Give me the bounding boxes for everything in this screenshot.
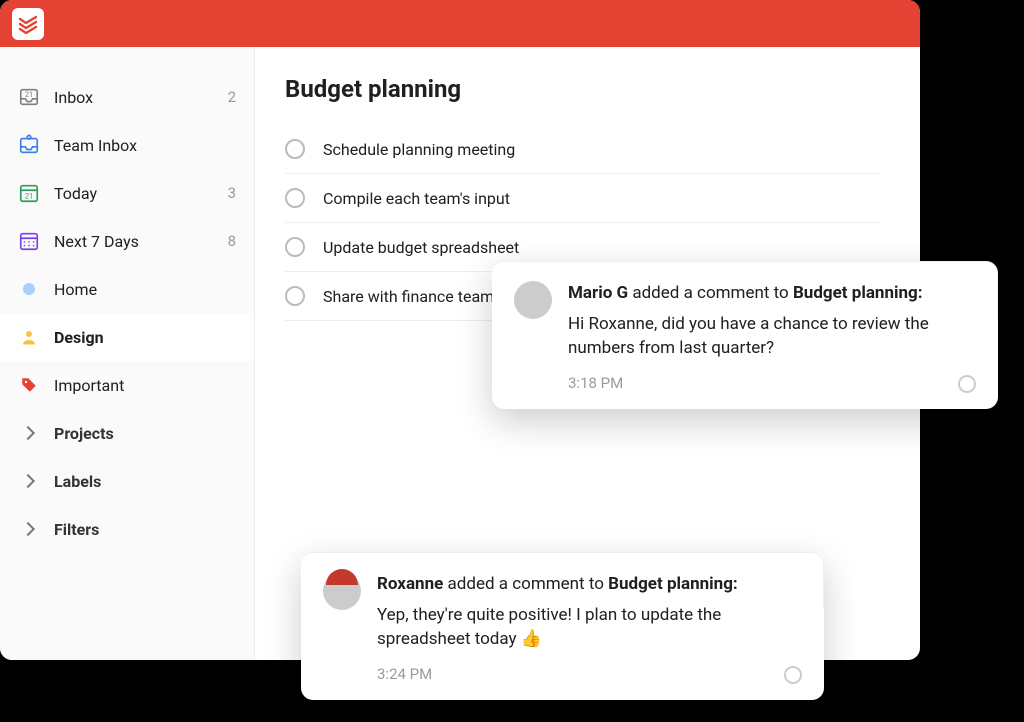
notification-card[interactable]: Roxanne added a comment to Budget planni… — [301, 552, 824, 700]
page-title: Budget planning — [285, 75, 880, 103]
notification-meta: 3:18 PM — [568, 373, 976, 395]
sidebar-item-label: Inbox — [54, 88, 214, 107]
sidebar-section-label: Projects — [54, 424, 236, 443]
sidebar-item-label: Important — [54, 376, 236, 395]
sidebar-section-label: Labels — [54, 472, 236, 491]
today-icon: 21 — [18, 182, 40, 204]
inbox-icon: 21 — [18, 86, 40, 108]
notification-author: Roxanne — [377, 574, 443, 594]
checkbox-icon[interactable] — [285, 286, 305, 306]
sidebar-section-projects[interactable]: Projects — [0, 409, 254, 457]
app-logo-icon — [12, 8, 44, 40]
unread-indicator-icon[interactable] — [784, 666, 802, 684]
sidebar: 21 Inbox 2 Team Inbox — [0, 47, 255, 660]
checkbox-icon[interactable] — [285, 188, 305, 208]
sidebar-item-label: Today — [54, 184, 214, 203]
checkbox-icon[interactable] — [285, 139, 305, 159]
notification-time: 3:18 PM — [568, 373, 623, 395]
notification-body: Yep, they're quite positive! I plan to u… — [377, 603, 802, 652]
sidebar-item-design[interactable]: Design — [0, 313, 254, 361]
calendar-icon — [18, 230, 40, 252]
sidebar-item-team-inbox[interactable]: Team Inbox — [0, 121, 254, 169]
chevron-right-icon — [18, 422, 40, 444]
unread-indicator-icon[interactable] — [958, 375, 976, 393]
svg-text:21: 21 — [25, 90, 33, 99]
sidebar-item-label: Design — [54, 328, 236, 347]
avatar — [323, 572, 361, 610]
sidebar-item-today[interactable]: 21 Today 3 — [0, 169, 254, 217]
sidebar-item-label: Next 7 Days — [54, 232, 214, 251]
person-icon — [18, 326, 40, 348]
sidebar-item-label: Team Inbox — [54, 136, 236, 155]
avatar — [514, 281, 552, 319]
svg-text:21: 21 — [25, 192, 33, 201]
sidebar-item-home[interactable]: Home — [0, 265, 254, 313]
team-inbox-icon — [18, 134, 40, 156]
titlebar — [0, 0, 920, 47]
sidebar-section-label: Filters — [54, 520, 236, 539]
checkbox-icon[interactable] — [285, 237, 305, 257]
notification-card[interactable]: Mario G added a comment to Budget planni… — [492, 261, 998, 409]
notification-meta: 3:24 PM — [377, 664, 802, 686]
notification-headline: Roxanne added a comment to Budget planni… — [377, 572, 802, 597]
task-row[interactable]: Schedule planning meeting — [285, 125, 880, 174]
notification-middle: added a comment to — [628, 283, 793, 303]
chevron-right-icon — [18, 518, 40, 540]
chevron-right-icon — [18, 470, 40, 492]
notification-content: Roxanne added a comment to Budget planni… — [377, 572, 802, 686]
tag-icon — [18, 374, 40, 396]
task-label: Compile each team's input — [323, 189, 510, 208]
task-label: Update budget spreadsheet — [323, 238, 519, 257]
sidebar-item-count: 8 — [228, 232, 236, 250]
sidebar-item-important[interactable]: Important — [0, 361, 254, 409]
notification-headline: Mario G added a comment to Budget planni… — [568, 281, 976, 306]
sidebar-section-labels[interactable]: Labels — [0, 457, 254, 505]
sidebar-item-next7[interactable]: Next 7 Days 8 — [0, 217, 254, 265]
notification-time: 3:24 PM — [377, 664, 432, 686]
notification-target: Budget planning: — [608, 574, 738, 594]
sidebar-item-count: 3 — [228, 184, 236, 202]
dot-icon — [18, 278, 40, 300]
notification-author: Mario G — [568, 283, 628, 303]
task-row[interactable]: Compile each team's input — [285, 174, 880, 223]
sidebar-item-count: 2 — [228, 88, 236, 106]
task-label: Share with finance team — [323, 287, 494, 306]
sidebar-item-inbox[interactable]: 21 Inbox 2 — [0, 73, 254, 121]
task-label: Schedule planning meeting — [323, 140, 515, 159]
notification-content: Mario G added a comment to Budget planni… — [568, 281, 976, 395]
notification-target: Budget planning: — [793, 283, 923, 303]
sidebar-item-label: Home — [54, 280, 236, 299]
sidebar-section-filters[interactable]: Filters — [0, 505, 254, 553]
notification-middle: added a comment to — [443, 574, 608, 594]
notification-body: Hi Roxanne, did you have a chance to rev… — [568, 312, 976, 361]
